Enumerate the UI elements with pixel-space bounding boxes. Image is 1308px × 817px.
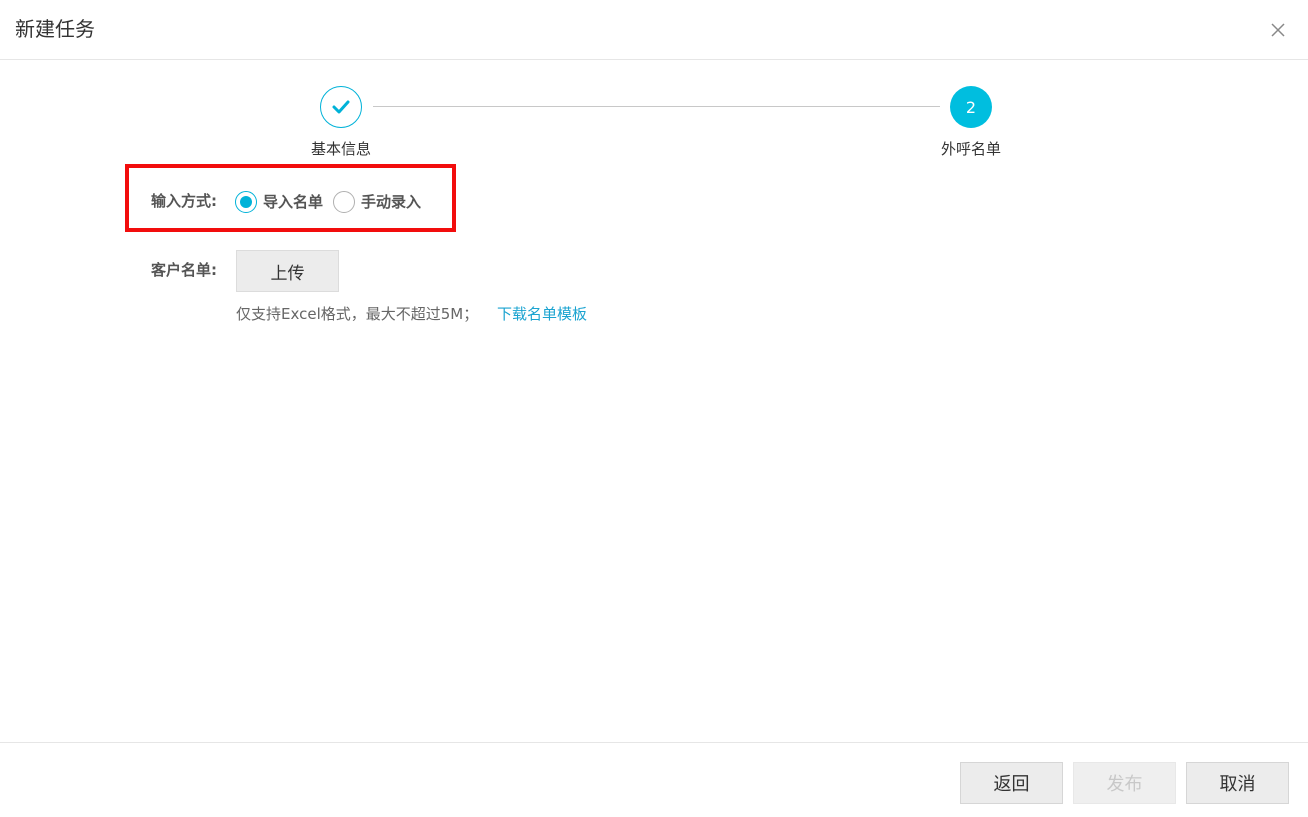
publish-button[interactable]: 发布 <box>1073 762 1176 804</box>
step-2-circle: 2 <box>950 86 992 128</box>
radio-import-list[interactable]: 导入名单 <box>235 191 323 213</box>
radio-import-label: 导入名单 <box>263 193 324 211</box>
check-icon <box>332 100 350 114</box>
radio-manual-label: 手动录入 <box>361 193 422 211</box>
radio-checked-icon <box>235 191 257 213</box>
customer-list-label: 客户名单: <box>151 261 217 279</box>
upload-hint: 仅支持Excel格式，最大不超过5M； <box>236 305 479 323</box>
input-method-label: 输入方式: <box>151 192 217 210</box>
step-2-number: 2 <box>965 97 977 117</box>
upload-button[interactable]: 上传 <box>236 250 339 292</box>
step-1-circle <box>320 86 362 128</box>
radio-unchecked-icon <box>333 191 355 213</box>
step-connector-line <box>373 106 940 107</box>
new-task-dialog: 新建任务 基本信息 2 外呼名单 输入方式: 导入名单 手动录入 客户名单: 上… <box>0 0 1308 817</box>
dialog-header: 新建任务 <box>0 0 1308 60</box>
close-icon <box>1271 23 1285 37</box>
step-1-label: 基本信息 <box>310 140 371 158</box>
download-template-link[interactable]: 下载名单模板 <box>497 304 587 324</box>
close-button[interactable] <box>1268 20 1288 40</box>
dialog-title: 新建任务 <box>15 17 95 41</box>
step-2-label: 外呼名单 <box>940 140 1001 158</box>
radio-dot <box>240 196 252 208</box>
dialog-footer: 返回 发布 取消 <box>0 742 1308 817</box>
back-button[interactable]: 返回 <box>960 762 1063 804</box>
radio-manual-entry[interactable]: 手动录入 <box>333 191 421 213</box>
cancel-button[interactable]: 取消 <box>1186 762 1289 804</box>
